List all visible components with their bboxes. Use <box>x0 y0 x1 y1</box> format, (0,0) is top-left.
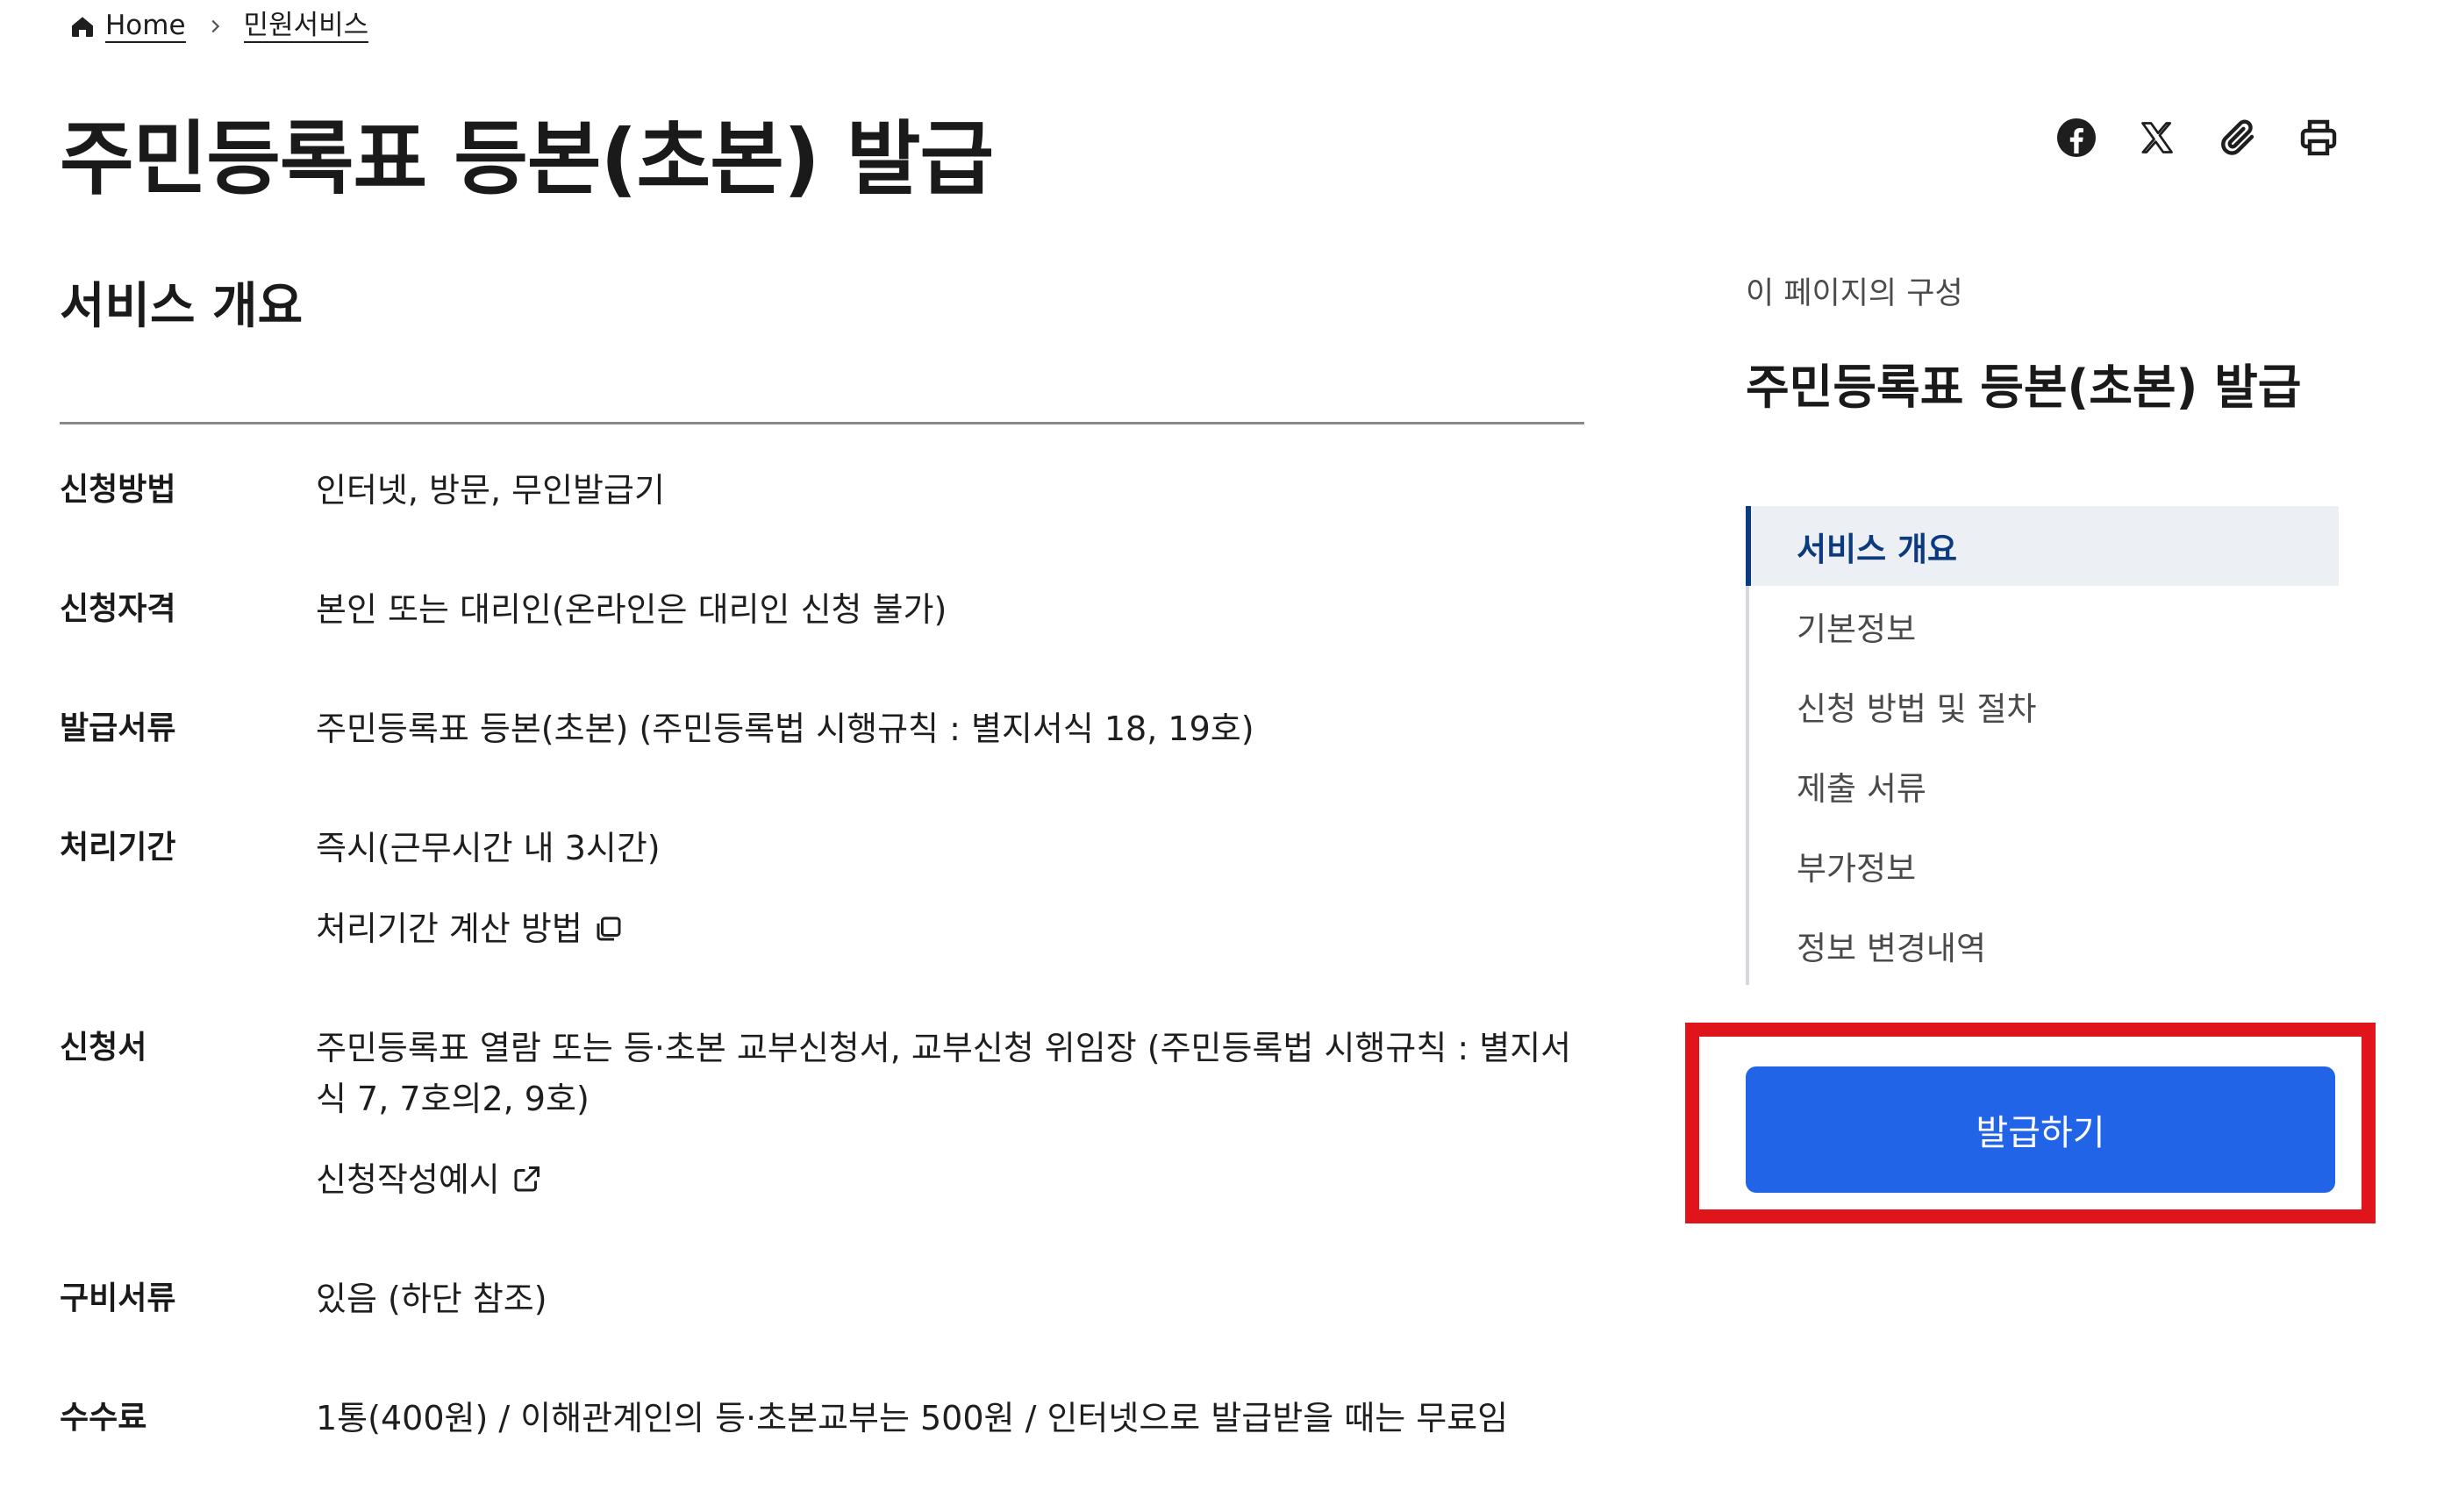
toc-item-additional-info[interactable]: 부가정보 <box>1749 825 2339 905</box>
chevron-right-icon <box>205 17 225 36</box>
breadcrumb-current-link[interactable]: 민원서비스 <box>243 10 369 43</box>
breadcrumb-home-link[interactable]: Home <box>105 10 186 43</box>
toc-item-documents[interactable]: 제출 서류 <box>1749 745 2339 825</box>
link-label: 처리기간 계산 방법 <box>316 909 582 948</box>
toc-list: 서비스 개요 기본정보 신청 방법 및 절차 제출 서류 부가정보 정보 변경내… <box>1746 506 2339 985</box>
info-row-documents-issued: 발급서류 주민등록표 등본(초본) (주민등록법 시행규칙 : 별지서식 18,… <box>60 703 1584 754</box>
section-divider <box>60 422 1584 424</box>
info-value: 인터넷, 방문, 무인발급기 <box>316 471 665 510</box>
facebook-icon[interactable] <box>2054 116 2098 160</box>
toc-item-service-overview[interactable]: 서비스 개요 <box>1746 506 2339 586</box>
info-row-required-documents: 구비서류 있음 (하단 참조) <box>60 1273 1584 1324</box>
info-row-processing-time: 처리기간 즉시(근무시간 내 3시간) 처리기간 계산 방법 <box>60 823 1584 954</box>
x-icon[interactable] <box>2135 116 2179 160</box>
toc-item-basic-info[interactable]: 기본정보 <box>1749 586 2339 666</box>
toc-item-method-procedure[interactable]: 신청 방법 및 절차 <box>1749 666 2339 745</box>
info-label: 구비서류 <box>60 1280 176 1316</box>
info-value-block: 즉시(근무시간 내 3시간) 처리기간 계산 방법 <box>316 823 1584 954</box>
page-title: 주민등록표 등본(초본) 발급 <box>60 112 994 206</box>
info-value: 본인 또는 대리인(온라인은 대리인 신청 불가) <box>316 590 947 629</box>
section-title: 서비스 개요 <box>60 278 304 335</box>
print-icon[interactable] <box>2297 116 2340 160</box>
info-label: 신청서 <box>60 1030 147 1066</box>
overview-info-list: 신청방법 인터넷, 방문, 무인발급기 신청자격 본인 또는 대리인(온라인은 … <box>60 465 1584 1512</box>
info-row-eligibility: 신청자격 본인 또는 대리인(온라인은 대리인 신청 불가) <box>60 584 1584 635</box>
application-example-link[interactable]: 신청작성예시 <box>316 1154 542 1205</box>
toc-item-change-history[interactable]: 정보 변경내역 <box>1749 905 2339 985</box>
info-label: 신청방법 <box>60 472 176 508</box>
info-label: 발급서류 <box>60 710 176 746</box>
processing-time-calc-link[interactable]: 처리기간 계산 방법 <box>316 903 625 954</box>
info-label: 처리기간 <box>60 830 176 866</box>
info-value: 있음 (하단 참조) <box>316 1280 547 1318</box>
breadcrumb: Home 민원서비스 <box>68 7 369 46</box>
home-icon <box>68 12 96 40</box>
info-value: 주민등록표 열람 또는 등·초본 교부신청서, 교부신청 위임장 (주민등록법 … <box>316 1029 1572 1118</box>
issue-button[interactable]: 발급하기 <box>1746 1066 2335 1193</box>
link-label: 신청작성예시 <box>316 1160 500 1199</box>
info-label: 신청자격 <box>60 591 176 627</box>
info-row-application-form: 신청서 주민등록표 열람 또는 등·초본 교부신청서, 교부신청 위임장 (주민… <box>60 1023 1584 1205</box>
popup-icon <box>597 916 621 941</box>
toc-caption: 이 페이지의 구성 <box>1746 276 1963 311</box>
info-value: 1통(400원) / 이해관계인의 등·초본교부는 500원 / 인터넷으로 발… <box>316 1399 1509 1437</box>
info-row-fee: 수수료 1통(400원) / 이해관계인의 등·초본교부는 500원 / 인터넷… <box>60 1393 1584 1444</box>
info-value-block: 주민등록표 열람 또는 등·초본 교부신청서, 교부신청 위임장 (주민등록법 … <box>316 1023 1584 1205</box>
info-row-method: 신청방법 인터넷, 방문, 무인발급기 <box>60 465 1584 516</box>
share-toolbar <box>2054 116 2340 160</box>
paperclip-icon[interactable] <box>2216 116 2260 160</box>
info-value: 즉시(근무시간 내 3시간) <box>316 829 661 867</box>
external-link-icon <box>514 1166 540 1192</box>
info-value: 주민등록표 등본(초본) (주민등록법 시행규칙 : 별지서식 18, 19호) <box>316 710 1254 748</box>
info-label: 수수료 <box>60 1400 147 1436</box>
toc-title: 주민등록표 등본(초본) 발급 <box>1746 360 2302 415</box>
